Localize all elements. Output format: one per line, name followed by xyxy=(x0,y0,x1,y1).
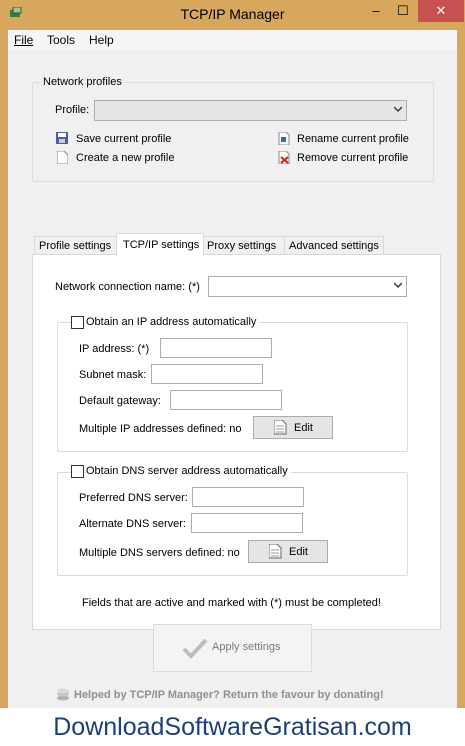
chevron-down-icon xyxy=(394,106,402,113)
rename-icon xyxy=(278,132,290,145)
floppy-disk-icon xyxy=(56,132,68,144)
default-gateway-input[interactable] xyxy=(170,390,282,410)
menu-help-label: Help xyxy=(89,33,114,47)
preferred-dns-input[interactable] xyxy=(192,487,304,507)
default-gateway-label: Default gateway: xyxy=(79,395,161,407)
donate-coins-icon xyxy=(57,688,69,701)
tab-advanced-settings-label: Advanced settings xyxy=(289,240,379,252)
close-button[interactable]: ✕ xyxy=(418,0,464,22)
subnet-mask-label: Subnet mask: xyxy=(79,369,147,381)
menu-bar: File Tools Help xyxy=(8,30,457,50)
ip-address-label: IP address: (*) xyxy=(79,343,150,355)
network-profiles-group: Network profiles xyxy=(32,76,434,182)
app-window: TCP/IP Manager – ☐ ✕ File Tools Help Net… xyxy=(0,0,465,746)
alternate-dns-input[interactable] xyxy=(191,513,303,533)
document-icon xyxy=(274,420,287,435)
alternate-dns-label: Alternate DNS server: xyxy=(79,518,186,530)
obtain-dns-auto-checkbox[interactable] xyxy=(71,465,84,478)
profile-dropdown[interactable] xyxy=(94,100,407,121)
edit-ip-label: Edit xyxy=(294,422,313,434)
remove-profile-link[interactable]: Remove current profile xyxy=(297,152,408,164)
tcpip-tab-panel: Network connection name: (*) Obtain an I… xyxy=(32,254,441,630)
obtain-ip-auto-label: Obtain an IP address automatically xyxy=(86,316,260,328)
connection-name-dropdown[interactable] xyxy=(208,276,407,297)
preferred-dns-label: Preferred DNS server: xyxy=(79,492,188,504)
multiple-dns-label: Multiple DNS servers defined: no xyxy=(79,547,240,559)
required-fields-note: Fields that are active and marked with (… xyxy=(82,597,381,609)
tab-proxy-settings[interactable]: Proxy settings xyxy=(202,236,286,255)
menu-tools-label: Tools xyxy=(47,33,76,47)
menu-file[interactable]: File xyxy=(14,33,33,47)
tab-proxy-settings-label: Proxy settings xyxy=(207,240,277,252)
edit-ip-button[interactable]: Edit xyxy=(253,416,333,439)
tab-tcpip-settings[interactable]: TCP/IP settings xyxy=(116,233,204,256)
profile-label: Profile: xyxy=(55,104,90,116)
maximize-button[interactable]: ☐ xyxy=(388,0,418,22)
menu-help[interactable]: Help xyxy=(89,33,114,47)
apply-settings-button[interactable]: Apply settings xyxy=(153,624,312,672)
main-client-area: File Tools Help Network profiles Profile… xyxy=(8,30,457,738)
create-profile-link[interactable]: Create a new profile xyxy=(76,152,174,164)
tab-profile-settings-label: Profile settings xyxy=(39,240,112,252)
title-bar[interactable]: TCP/IP Manager – ☐ ✕ xyxy=(0,0,465,30)
edit-dns-button[interactable]: Edit xyxy=(248,540,328,563)
tab-profile-settings[interactable]: Profile settings xyxy=(34,236,118,255)
ip-address-input[interactable] xyxy=(160,338,272,358)
tab-advanced-settings[interactable]: Advanced settings xyxy=(284,236,384,255)
chevron-down-icon xyxy=(394,282,402,289)
subnet-mask-input[interactable] xyxy=(151,364,263,384)
connection-name-label: Network connection name: (*) xyxy=(55,281,200,293)
donate-link[interactable]: Helped by TCP/IP Manager? Return the fav… xyxy=(74,689,384,701)
document-icon xyxy=(269,544,282,559)
remove-icon xyxy=(278,151,290,164)
checkmark-icon xyxy=(182,638,208,659)
menu-file-label: File xyxy=(14,33,34,47)
obtain-ip-auto-checkbox[interactable] xyxy=(71,316,84,329)
save-profile-link[interactable]: Save current profile xyxy=(76,133,171,145)
watermark-text: DownloadSoftwareGratisan.com xyxy=(0,708,465,746)
rename-profile-link[interactable]: Rename current profile xyxy=(297,133,409,145)
tab-tcpip-settings-label: TCP/IP settings xyxy=(123,239,200,251)
minimize-button[interactable]: – xyxy=(361,0,391,22)
edit-dns-label: Edit xyxy=(289,546,308,558)
new-document-icon xyxy=(57,151,68,164)
menu-tools[interactable]: Tools xyxy=(47,33,75,47)
apply-settings-label: Apply settings xyxy=(212,641,281,653)
obtain-dns-auto-label: Obtain DNS server address automatically xyxy=(86,465,291,477)
network-profiles-title: Network profiles xyxy=(41,76,124,88)
multiple-ip-label: Multiple IP addresses defined: no xyxy=(79,423,242,435)
